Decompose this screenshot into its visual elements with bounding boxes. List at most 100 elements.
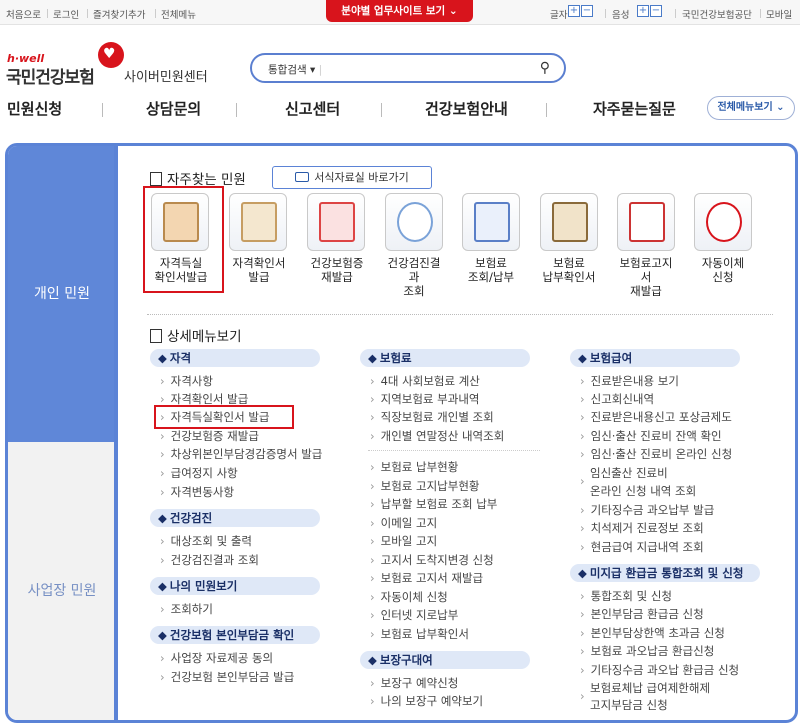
list-item[interactable]: 대상조회 및 출력	[160, 533, 252, 549]
chart-icon[interactable]	[385, 193, 443, 251]
category-checkup[interactable]: ◆ 건강검진	[150, 509, 320, 527]
divider	[760, 9, 761, 18]
quick-item-8-line1: 자동이체	[701, 256, 745, 270]
home-link[interactable]: 처음으로	[6, 7, 41, 21]
list-item-multiline-2[interactable]: 고지부담금 신청	[590, 697, 668, 713]
list-item[interactable]: 본인부담상한액 초과금 신청	[580, 625, 725, 641]
list-item[interactable]: 4대 사회보험료 계산	[370, 373, 480, 389]
category-refund[interactable]: ◆ 미지급 환급금 통합조회 및 신청	[570, 564, 760, 582]
list-item[interactable]: 신고회신내역	[580, 391, 654, 407]
list-item[interactable]: 통합조회 및 신청	[580, 588, 672, 604]
all-menu-link[interactable]: 전체메뉴	[161, 7, 196, 21]
quick-item-4-line3: 조회	[403, 284, 425, 298]
list-item[interactable]: 진료받은내용신고 포상금제도	[580, 409, 732, 425]
list-item[interactable]: 기타징수금 과오납부 발급	[580, 502, 715, 518]
volume-controls: + −	[636, 5, 662, 17]
list-item-multiline-1[interactable]: 임신출산 진료비	[590, 465, 668, 481]
category-device-rental[interactable]: ◆ 보장구대여	[360, 651, 530, 669]
list-item[interactable]: 조회하기	[160, 601, 213, 617]
list-item[interactable]: 모바일 고지	[370, 533, 438, 549]
login-link[interactable]: 로그인	[53, 7, 79, 21]
category-benefit[interactable]: ◆ 보험급여	[570, 349, 740, 367]
notice-icon[interactable]	[617, 193, 675, 251]
volume-label: 음성	[612, 10, 630, 21]
quick-item-5[interactable]: 보험료 조회/납부	[446, 256, 536, 284]
refresh-icon[interactable]	[694, 193, 752, 251]
field-site-label: 분야별 업무사이트 보기	[341, 5, 446, 17]
list-item[interactable]: 본인부담금 환급금 신청	[580, 606, 704, 622]
gnb-guide[interactable]: 건강보험안내	[425, 98, 508, 119]
list-item[interactable]: 자동이체 신청	[370, 589, 448, 605]
list-item-multiline-1[interactable]: 보험료체납 급여제한해제	[590, 680, 710, 696]
gnb-faq[interactable]: 자주묻는질문	[593, 98, 676, 119]
list-item[interactable]: 기타징수금 과오납 환급금 신청	[580, 662, 740, 678]
gnb-report[interactable]: 신고센터	[285, 98, 340, 119]
list-item[interactable]: 건강검진결과 조회	[160, 552, 259, 568]
detail-title-text: 상세메뉴보기	[167, 329, 242, 345]
list-item-multiline-2[interactable]: 온라인 신청 내역 조회	[590, 483, 696, 499]
gnb-consult[interactable]: 상담문의	[146, 98, 201, 119]
tab-personal[interactable]: 개인 민원	[8, 146, 116, 442]
list-item[interactable]: 자격변동사항	[160, 484, 234, 500]
list-item[interactable]: 임신·출산 진료비 잔액 확인	[580, 428, 722, 444]
list-item[interactable]: 보험료 납부확인서	[370, 626, 469, 642]
quick-item-8[interactable]: 자동이체 신청	[678, 256, 768, 284]
won-icon[interactable]	[462, 193, 520, 251]
certificate-icon[interactable]	[229, 193, 287, 251]
list-item[interactable]: 직장보험료 개인별 조회	[370, 409, 494, 425]
quick-item-4-line2: 과	[408, 270, 420, 284]
detail-title: 상세메뉴보기	[150, 325, 242, 345]
list-item[interactable]: 임신·출산 진료비 온라인 신청	[580, 446, 733, 462]
list-item[interactable]: 보장구 예약신청	[370, 675, 459, 691]
list-item[interactable]: 자격사항	[160, 373, 213, 389]
list-item[interactable]: 현금급여 지급내역 조회	[580, 539, 704, 555]
list-item[interactable]: 급여정지 사항	[160, 465, 238, 481]
category-qualification[interactable]: ◆ 자격	[150, 349, 320, 367]
card-icon[interactable]	[307, 193, 365, 251]
quick-item-5-line1: 보험료	[475, 256, 507, 270]
list-item[interactable]: 건강보험증 재발급	[160, 428, 259, 444]
quick-item-2[interactable]: 자격확인서 발급	[214, 256, 304, 284]
category-my-complaints[interactable]: ◆ 나의 민원보기	[150, 577, 320, 595]
gnb-apply[interactable]: 민원신청	[7, 98, 62, 119]
search-icon[interactable]: ⚲	[540, 60, 550, 76]
list-item[interactable]: 치석제거 진료정보 조회	[580, 520, 704, 536]
org-link[interactable]: 국민건강보험공단	[682, 7, 752, 21]
list-item[interactable]: 고지서 도착지변경 신청	[370, 552, 494, 568]
mobile-link[interactable]: 모바일	[766, 7, 792, 21]
list-item[interactable]: 건강보험 본인부담금 발급	[160, 669, 295, 685]
list-item[interactable]: 진료받은내용 보기	[580, 373, 679, 389]
quick-item-7-line3: 재발급	[630, 284, 662, 298]
list-item[interactable]: 보험료 고지납부현황	[370, 478, 480, 494]
volume-minus-button[interactable]: −	[650, 5, 662, 17]
list-item[interactable]: 차상위본인부담경감증명서 발급	[160, 446, 323, 462]
all-menu-button[interactable]: 전체메뉴보기 ⌄	[707, 96, 795, 120]
font-plus-button[interactable]: +	[568, 5, 580, 17]
logo-name[interactable]: 국민건강보험	[6, 63, 95, 88]
category-premium[interactable]: ◆ 보험료	[360, 349, 530, 367]
list-item[interactable]: 보험료 과오납금 환급신청	[580, 643, 715, 659]
tab-business[interactable]: 사업장 민원	[8, 442, 116, 720]
list-item[interactable]: 납부할 보험료 조회 납부	[370, 496, 498, 512]
category-label: 미지급 환급금 통합조회 및 신청	[589, 566, 744, 580]
category-label: 자격	[169, 351, 192, 365]
list-item[interactable]: 이메일 고지	[370, 515, 438, 531]
highlight-box	[154, 405, 294, 429]
list-item[interactable]: 보험료 납부현황	[370, 459, 459, 475]
list-item[interactable]: 나의 보장구 예약보기	[370, 693, 484, 709]
volume-plus-button[interactable]: +	[637, 5, 649, 17]
list-item[interactable]: 지역보험료 부과내역	[370, 391, 480, 407]
favorite-link[interactable]: 즐겨찾기추가	[93, 7, 145, 21]
glasses-icon[interactable]	[540, 193, 598, 251]
list-item[interactable]: 인터넷 지로납부	[370, 607, 459, 623]
list-item[interactable]: 개인별 연말정산 내역조회	[370, 428, 505, 444]
search-category-select[interactable]: 통합검색 ▾ |	[268, 62, 322, 77]
list-item[interactable]: 보험료 고지서 재발급	[370, 570, 484, 586]
heart-logo-icon: ♥	[98, 42, 124, 68]
font-minus-button[interactable]: −	[581, 5, 593, 17]
field-site-button[interactable]: 분야별 업무사이트 보기 ⌄	[326, 0, 473, 22]
list-item[interactable]: 사업장 자료제공 동의	[160, 650, 274, 666]
form-library-button[interactable]: 서식자료실 바로가기	[272, 166, 432, 189]
category-copay[interactable]: ◆ 건강보험 본인부담금 확인	[150, 626, 320, 644]
category-label: 건강검진	[169, 511, 213, 525]
